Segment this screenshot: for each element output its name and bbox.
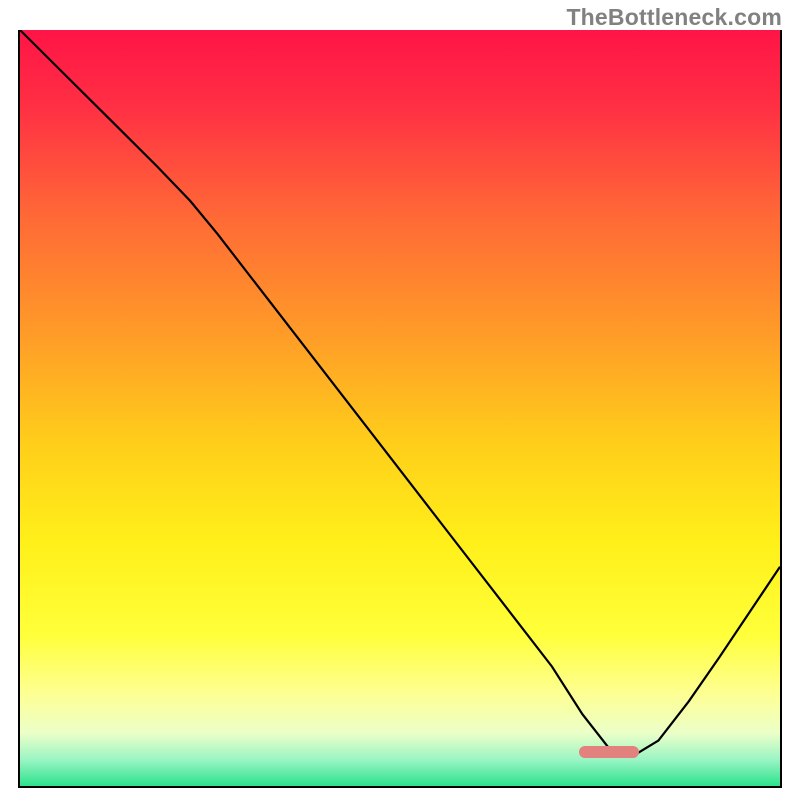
optimal-range-marker — [579, 746, 640, 758]
watermark-text: TheBottleneck.com — [566, 4, 782, 31]
chart-frame — [18, 30, 782, 788]
bottleneck-curve — [20, 30, 780, 786]
